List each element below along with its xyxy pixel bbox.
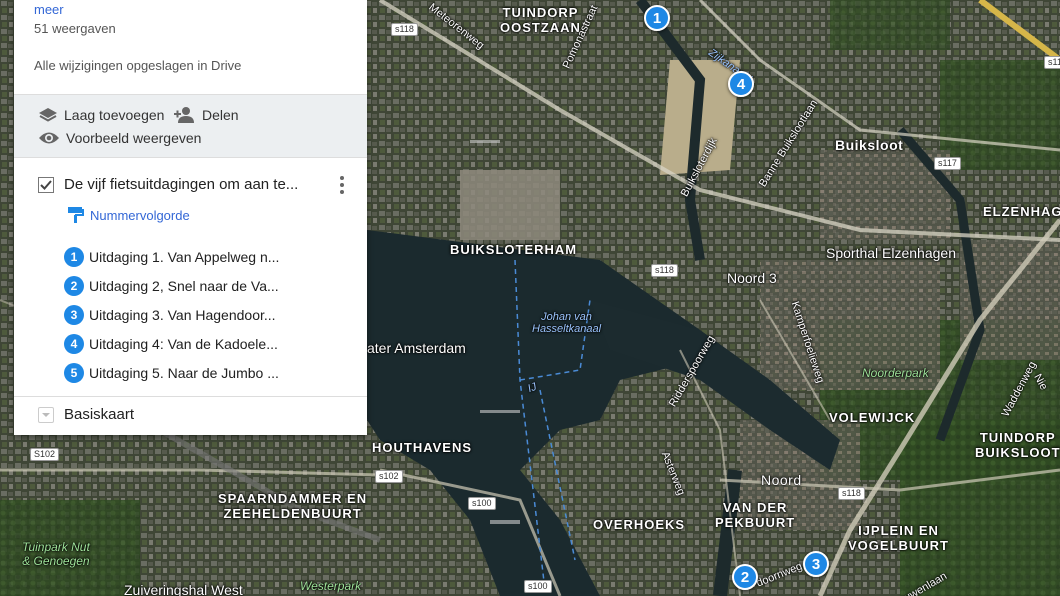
road-badge: s118 [1044, 56, 1060, 69]
road-badge: s100 [524, 580, 552, 593]
add-person-icon [174, 107, 194, 123]
item-number-badge: 5 [64, 362, 84, 383]
item-number-badge: 4 [64, 333, 84, 354]
layer-header: De vijf fietsuitdagingen om aan te... [38, 174, 358, 196]
more-link[interactable]: meer [34, 2, 347, 17]
layer-style-link[interactable]: Nummervolgorde [67, 206, 190, 224]
label-noord-3: Noord 3 [727, 270, 777, 286]
add-layer-label: Laag toevoegen [64, 107, 165, 123]
label-buiksloterham: BUIKSLOTERHAM [450, 242, 578, 257]
label-zuiveringshal-west: Zuiveringshal West [124, 582, 243, 596]
view-count: 51 weergaven [34, 21, 116, 36]
road-badge: s100 [468, 497, 496, 510]
preview-button[interactable]: Voorbeeld weergeven [38, 130, 201, 146]
list-item[interactable]: 4 Uitdaging 4: Van de Kadoele... [64, 329, 354, 358]
label-hasseltkanaal: Johan van Hasseltkanaal [532, 311, 602, 335]
save-status: Alle wijzigingen opgeslagen in Drive [34, 58, 242, 73]
layers-icon [39, 108, 57, 122]
map-marker-4[interactable]: 4 [728, 71, 754, 97]
item-label: Uitdaging 5. Naar de Jumbo ... [89, 364, 279, 381]
divider [14, 396, 367, 397]
item-label: Uitdaging 3. Van Hagendoor... [89, 306, 276, 323]
layer-options-menu-icon[interactable] [336, 174, 348, 196]
label-spaarndammer: SPAARNDAMMER EN ZEEHELDENBUURT [218, 491, 368, 521]
road-badge: s118 [651, 264, 678, 277]
item-label: Uitdaging 1. Van Appelweg n... [89, 248, 280, 265]
label-noorderpark: Noorderpark [862, 366, 929, 380]
road-badge: s102 [375, 470, 403, 483]
map-legend-panel: meer 51 weergaven Alle wijzigingen opges… [14, 0, 367, 435]
share-button[interactable]: Delen [174, 106, 239, 124]
list-item[interactable]: 1 Uitdaging 1. Van Appelweg n... [64, 242, 354, 271]
chevron-down-icon [42, 412, 50, 417]
map-marker-1[interactable]: 1 [644, 5, 670, 31]
label-tuindorp-buiksloot: TUINDORP BUIKSLOOT [975, 430, 1060, 460]
style-link-label: Nummervolgorde [90, 207, 190, 223]
label-houthavens: HOUTHAVENS [372, 440, 473, 455]
item-number-badge: 1 [64, 246, 84, 267]
label-westerpark: Westerpark [300, 579, 362, 593]
label-sporthal-elzenhagen: Sporthal Elzenhagen [826, 245, 956, 261]
label-noord: Noord [761, 472, 802, 488]
eye-icon [39, 132, 59, 144]
label-buiksloot: Buiksloot [835, 137, 904, 153]
label-elzenhagen: ELZENHAGEN [983, 204, 1060, 219]
map-meta: meer 51 weergaven Alle wijzigingen opges… [14, 2, 367, 73]
road-badge: S102 [30, 448, 60, 461]
expand-toggle[interactable] [38, 406, 54, 423]
map-marker-3[interactable]: 3 [803, 551, 829, 577]
item-number-badge: 2 [64, 275, 84, 296]
label-ater-amsterdam: ater Amsterdam [367, 340, 466, 356]
road-badge: s118 [391, 23, 418, 36]
basemap-toggle[interactable]: Basiskaart [38, 406, 134, 423]
map-actions: Laag toevoegen Delen Voorbeeld weergeven [14, 94, 367, 158]
add-layer-button[interactable]: Laag toevoegen [38, 106, 164, 124]
layer-item-list: 1 Uitdaging 1. Van Appelweg n... 2 Uitda… [64, 242, 354, 387]
label-overhoeks: OVERHOEKS [593, 517, 686, 532]
list-item[interactable]: 2 Uitdaging 2, Snel naar de Va... [64, 271, 354, 300]
basemap-label: Basiskaart [64, 406, 135, 423]
paint-roller-icon [68, 207, 84, 223]
road-badge: s118 [838, 487, 865, 500]
item-label: Uitdaging 2, Snel naar de Va... [89, 277, 279, 294]
label-ijplein-vogelbuurt: IJPLEIN EN VOGELBUURT [848, 523, 949, 553]
label-tuinpark: Tuinpark Nut & Genoegen [22, 540, 90, 568]
list-item[interactable]: 3 Uitdaging 3. Van Hagendoor... [64, 300, 354, 329]
share-label: Delen [202, 107, 239, 123]
checkbox-checked-icon [38, 176, 54, 193]
preview-label: Voorbeeld weergeven [66, 130, 202, 146]
layer-checkbox[interactable] [38, 176, 54, 193]
item-label: Uitdaging 4: Van de Kadoele... [89, 335, 278, 352]
item-number-badge: 3 [64, 304, 84, 325]
label-van-der-pekbuurt: VAN DER PEKBUURT [715, 500, 796, 530]
list-item[interactable]: 5 Uitdaging 5. Naar de Jumbo ... [64, 358, 354, 387]
label-volewijck: VOLEWIJCK [829, 410, 916, 425]
label-tuindorp-oostzaan: TUINDORP OOSTZAAN [500, 5, 581, 35]
road-badge: s117 [934, 157, 961, 170]
layer-title[interactable]: De vijf fietsuitdagingen om aan te... [64, 176, 326, 193]
map-marker-2[interactable]: 2 [732, 564, 758, 590]
